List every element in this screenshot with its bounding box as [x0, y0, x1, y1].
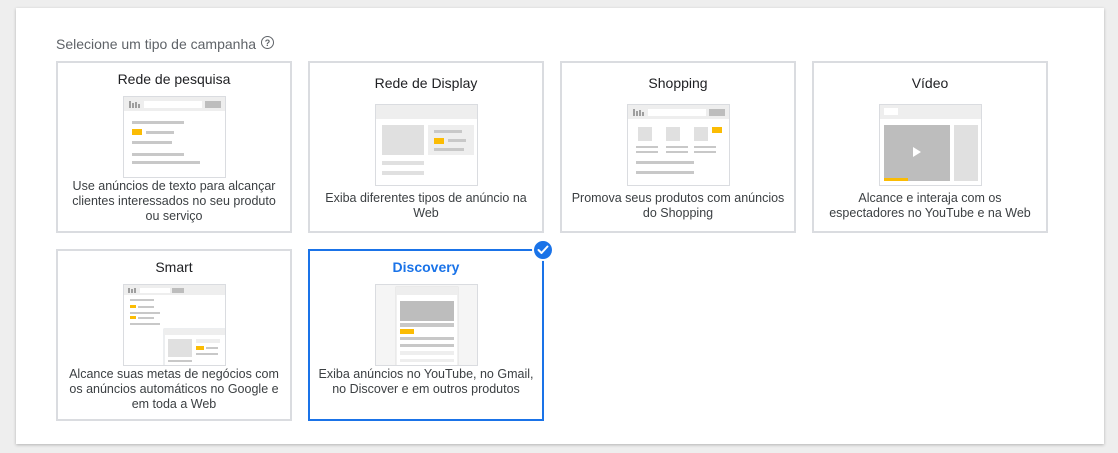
card-description: Alcance e interaja com os espectadores n… [829, 191, 1031, 220]
card-title: Discovery [392, 259, 460, 275]
section-label: Selecione um tipo de campanha ? [56, 36, 275, 52]
card-description: Exiba anúncios no YouTube, no Gmail, no … [318, 367, 534, 396]
display-network-thumbnail [375, 104, 478, 186]
card-description: Alcance suas metas de negócios com os an… [69, 367, 279, 411]
campaign-type-panel: Selecione um tipo de campanha ? Rede de … [16, 8, 1104, 444]
card-title: Rede de Display [374, 75, 478, 91]
campaign-card-smart[interactable]: Smart Alcance suas metas de negócios com… [56, 249, 292, 421]
campaign-card-video[interactable]: Vídeo Alcance e interaja com os espectad… [812, 61, 1048, 233]
shopping-thumbnail [627, 104, 730, 186]
card-title: Rede de pesquisa [117, 71, 231, 87]
section-label-text: Selecione um tipo de campanha [56, 36, 257, 52]
campaign-card-discovery[interactable]: Discovery Exiba anúncios no YouTube, no … [308, 239, 554, 421]
card-description: Promova seus produtos com anúncios do Sh… [571, 191, 785, 220]
card-description: Exiba diferentes tipos de anúncio na Web [325, 191, 527, 220]
card-description: Use anúncios de texto para alcançar clie… [72, 179, 276, 223]
campaign-card-shopping[interactable]: Shopping Promova seus produtos com anúnc… [560, 61, 796, 233]
card-title: Smart [155, 259, 193, 275]
check-icon [532, 239, 554, 261]
help-circle-icon[interactable]: ? [261, 36, 275, 49]
card-title: Vídeo [911, 75, 949, 91]
search-network-thumbnail [123, 96, 226, 178]
smart-thumbnail [123, 284, 226, 366]
campaign-card-search[interactable]: Rede de pesquisa Use anúncios de texto p… [56, 61, 292, 233]
discovery-thumbnail [375, 284, 478, 366]
campaign-card-display[interactable]: Rede de Display Exiba diferentes tipos d… [308, 61, 544, 233]
video-thumbnail [879, 104, 982, 186]
card-title: Shopping [648, 75, 708, 91]
